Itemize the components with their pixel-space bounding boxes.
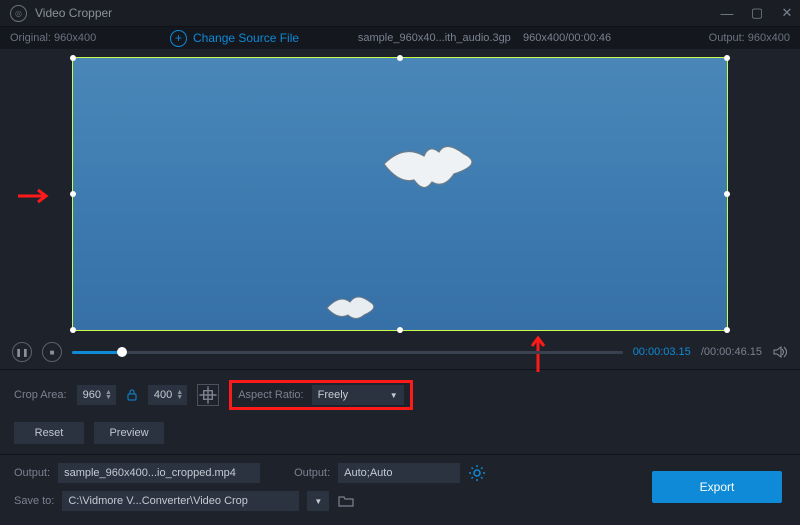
aspect-ratio-highlight: Aspect Ratio: Freely ▼	[229, 380, 412, 410]
crop-handle-br[interactable]	[724, 327, 730, 333]
crop-rectangle[interactable]	[72, 57, 728, 331]
crop-handle-bl[interactable]	[70, 327, 76, 333]
stop-button[interactable]: ■	[42, 342, 62, 362]
output-settings-gear-icon[interactable]	[468, 464, 486, 482]
crop-area-label: Crop Area:	[14, 389, 67, 401]
crop-position-button[interactable]	[197, 384, 219, 406]
crop-handle-tr[interactable]	[724, 55, 730, 61]
saveto-dropdown[interactable]: ▼	[307, 491, 329, 511]
open-folder-icon[interactable]	[337, 492, 355, 510]
change-source-button[interactable]: + Change Source File	[170, 30, 299, 47]
close-button[interactable]: ✕	[780, 6, 794, 20]
crop-width-input[interactable]: 960 ▲▼	[77, 385, 116, 405]
file-meta-text: 960x400/00:00:46	[523, 32, 611, 44]
annotation-arrow-left	[18, 188, 58, 204]
playback-bar: ❚❚ ■ 00:00:03.15/00:00:46.15	[0, 339, 800, 365]
volume-icon[interactable]	[772, 344, 788, 360]
crop-height-value: 400	[154, 389, 172, 401]
pause-button[interactable]: ❚❚	[12, 342, 32, 362]
crop-buttons: Reset Preview	[0, 416, 800, 450]
saveto-path-field[interactable]: C:\Vidmore V...Converter\Video Crop	[62, 491, 299, 511]
filename-text: sample_960x40...ith_audio.3gp	[358, 32, 511, 44]
video-content-bird1	[374, 134, 494, 204]
original-size-label: Original: 960x400	[10, 32, 170, 44]
output-file-label: Output:	[14, 467, 50, 479]
crop-height-input[interactable]: 400 ▲▼	[148, 385, 187, 405]
crop-width-value: 960	[83, 389, 101, 401]
app-window: ◎ Video Cropper — ▢ ✕ Original: 960x400 …	[0, 0, 800, 525]
info-bar: Original: 960x400 + Change Source File s…	[0, 27, 800, 49]
preview-button[interactable]: Preview	[94, 422, 164, 444]
crop-handle-t[interactable]	[397, 55, 403, 61]
seek-fill	[72, 351, 122, 354]
crop-controls: Crop Area: 960 ▲▼ 400 ▲▼ Aspect Ratio: F…	[0, 374, 800, 416]
aspect-ratio-select[interactable]: Freely ▼	[312, 385, 404, 405]
output-size-field[interactable]: Auto;Auto	[338, 463, 460, 483]
time-current: 00:00:03.15	[633, 346, 691, 358]
output-size-label: Output: 960x400	[670, 32, 790, 44]
aspect-ratio-label: Aspect Ratio:	[238, 389, 303, 401]
preview-area	[0, 49, 800, 339]
time-total: /00:00:46.15	[701, 346, 762, 358]
minimize-button[interactable]: —	[720, 6, 734, 20]
seek-track[interactable]	[72, 351, 623, 354]
lock-aspect-icon[interactable]	[126, 389, 138, 401]
file-info: sample_960x40...ith_audio.3gp 960x400/00…	[299, 32, 670, 44]
divider-2	[0, 454, 800, 455]
crop-handle-r[interactable]	[724, 191, 730, 197]
aspect-ratio-value: Freely	[318, 389, 349, 401]
saveto-label: Save to:	[14, 495, 54, 507]
output-file-field[interactable]: sample_960x400...io_cropped.mp4	[58, 463, 260, 483]
video-content-bird2	[322, 290, 382, 325]
crop-width-stepper[interactable]: ▲▼	[105, 390, 112, 400]
output-size-setting-label: Output:	[294, 467, 330, 479]
divider-1	[0, 369, 800, 370]
seek-thumb[interactable]	[117, 347, 127, 357]
plus-icon: +	[170, 30, 187, 47]
change-source-label: Change Source File	[193, 31, 299, 45]
crop-height-stepper[interactable]: ▲▼	[176, 390, 183, 400]
app-logo-icon: ◎	[10, 5, 27, 22]
crop-handle-b[interactable]	[397, 327, 403, 333]
crop-handle-l[interactable]	[70, 191, 76, 197]
chevron-down-icon: ▼	[390, 391, 398, 400]
reset-button[interactable]: Reset	[14, 422, 84, 444]
export-button[interactable]: Export	[652, 471, 782, 503]
app-title: Video Cropper	[35, 6, 720, 20]
crop-handle-tl[interactable]	[70, 55, 76, 61]
maximize-button[interactable]: ▢	[750, 6, 764, 20]
title-bar: ◎ Video Cropper — ▢ ✕	[0, 0, 800, 27]
